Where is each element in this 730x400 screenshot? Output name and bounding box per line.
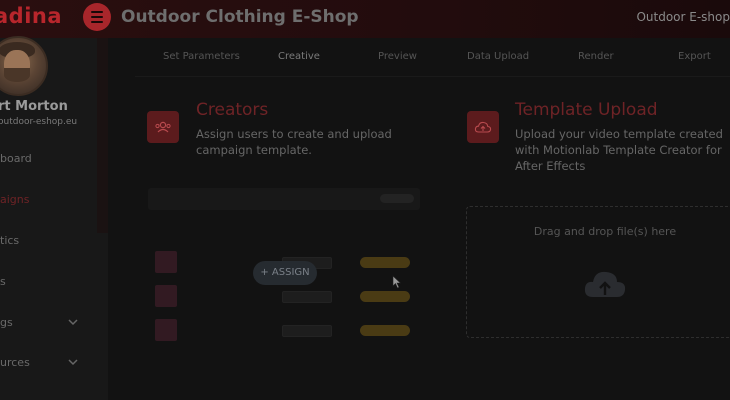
tab-set-parameters[interactable]: Set Parameters [163, 51, 240, 62]
template-upload-title: Template Upload [515, 100, 658, 120]
dropzone-text: Drag and drop file(s) here [533, 225, 677, 238]
cloud-upload-icon [584, 271, 626, 297]
status-badge [360, 325, 410, 336]
tab-creative[interactable]: Creative [278, 51, 320, 62]
users-icon [147, 111, 179, 143]
sidebar-item-resources[interactable]: urces [0, 356, 30, 369]
creators-title: Creators [196, 100, 269, 120]
assign-button[interactable]: + ASSIGN [253, 261, 317, 285]
page-title: Outdoor Clothing E-Shop [121, 7, 359, 27]
assigned-users-panel [148, 188, 420, 210]
status-badge [360, 291, 410, 302]
sidebar-item-dashboard[interactable]: board [0, 152, 32, 165]
sidebar-item-analytics[interactable]: tics [0, 234, 19, 247]
table-row [155, 251, 177, 273]
status-badge [360, 257, 410, 268]
file-dropzone[interactable]: Drag and drop file(s) here [466, 206, 730, 338]
upload-cloud-icon [467, 111, 499, 143]
hamburger-icon[interactable] [83, 3, 111, 31]
chevron-down-icon[interactable] [68, 317, 78, 327]
shop-selector[interactable]: Outdoor E-shop [636, 10, 730, 24]
sidebar-item-campaigns[interactable]: aigns [0, 193, 29, 206]
tab-render[interactable]: Render [578, 51, 614, 62]
table-row [155, 319, 177, 341]
user-name: rt Morton [0, 99, 68, 114]
sidebar-item-users[interactable]: s [0, 275, 6, 288]
tab-preview[interactable]: Preview [378, 51, 417, 62]
role-select[interactable] [282, 291, 332, 303]
step-tabs: Set Parameters Creative Preview Data Upl… [135, 48, 730, 77]
mouse-cursor-icon [392, 275, 402, 289]
top-bar: adina Outdoor Clothing E-Shop Outdoor E-… [0, 0, 730, 39]
sidebar-item-settings[interactable]: gs [0, 316, 13, 329]
role-select[interactable] [282, 325, 332, 337]
tab-data-upload[interactable]: Data Upload [467, 51, 529, 62]
table-row [155, 285, 177, 307]
logo: adina [0, 4, 63, 28]
sidebar-scroll-region [97, 38, 108, 233]
chevron-down-icon[interactable] [68, 357, 78, 367]
creators-description: Assign users to create and upload campai… [196, 127, 392, 157]
tab-export[interactable]: Export [678, 51, 711, 62]
template-upload-description: Upload your video template created with … [515, 127, 723, 173]
user-email: outdoor-eshop.eu [0, 117, 78, 127]
panel-action-pill[interactable] [380, 194, 414, 203]
